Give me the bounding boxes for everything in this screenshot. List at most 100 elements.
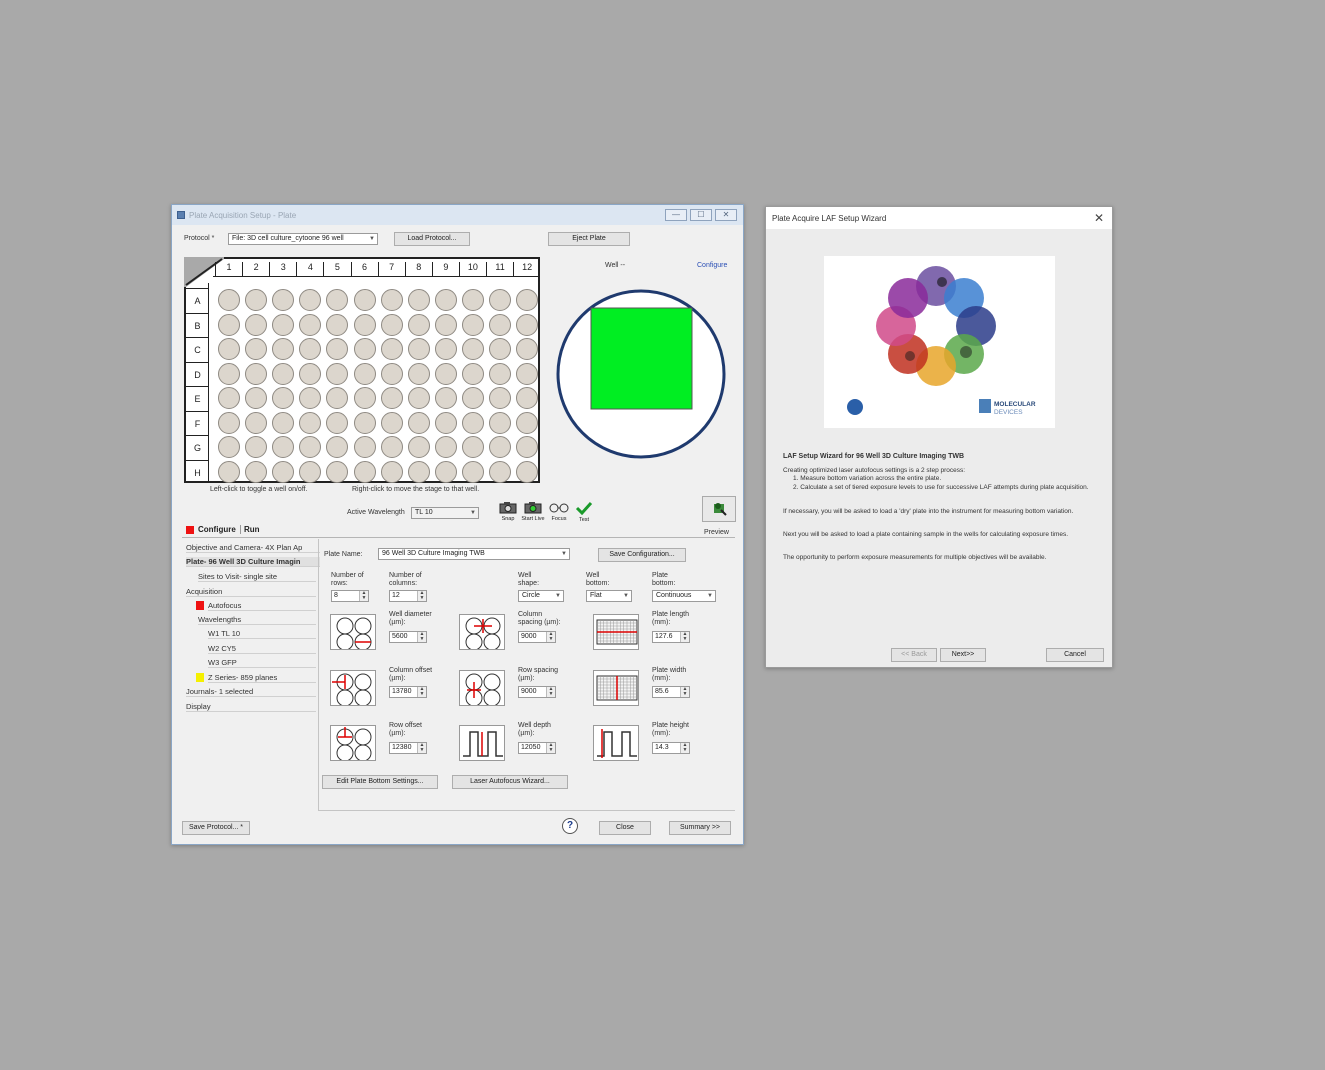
plate-well-A6[interactable] (353, 289, 376, 311)
plate-row-D[interactable]: D (186, 361, 209, 387)
tab-configure[interactable]: Configure (198, 525, 236, 534)
plate-well-F4[interactable] (299, 411, 322, 434)
plate-well-D12[interactable] (516, 362, 539, 385)
plate-well-B5[interactable] (326, 313, 349, 336)
plate-well-G5[interactable] (326, 436, 349, 458)
plate-well-B9[interactable] (434, 313, 457, 336)
plate-well-G11[interactable] (489, 436, 511, 458)
plate-column-11[interactable]: 11 (486, 262, 513, 277)
plate-well-D10[interactable] (461, 362, 484, 385)
tree-item-zseries[interactable]: Z Series- 859 planes (208, 673, 316, 683)
plate-well-C1[interactable] (218, 338, 240, 360)
plate-well-C11[interactable] (489, 338, 511, 360)
plate-well-B7[interactable] (380, 313, 403, 336)
save-configuration-button[interactable]: Save Configuration... (598, 548, 686, 562)
row-offset-input[interactable]: 12380 ▲ ▼ (389, 742, 427, 754)
plate-column-10[interactable]: 10 (458, 262, 486, 277)
spinner-icon[interactable]: ▲ ▼ (546, 687, 555, 697)
plate-column-5[interactable]: 5 (323, 262, 350, 277)
laser-autofocus-wizard-button[interactable]: Laser Autofocus Wizard... (452, 775, 568, 789)
spinner-icon[interactable]: ▲ ▼ (546, 632, 555, 642)
tree-item-sites[interactable]: Sites to Visit- single site (198, 572, 316, 582)
plate-column-4[interactable]: 4 (296, 262, 323, 277)
eject-plate-button[interactable]: Eject Plate (548, 232, 630, 246)
plate-well-C2[interactable] (245, 338, 268, 360)
plate-well-F2[interactable] (245, 411, 268, 434)
save-protocol-button[interactable]: Save Protocol... * (182, 821, 250, 835)
cancel-button[interactable]: Cancel (1046, 648, 1104, 662)
plate-well-A2[interactable] (245, 289, 268, 311)
plate-well-H8[interactable] (407, 460, 430, 483)
preview-button[interactable] (702, 496, 736, 522)
plate-well-G8[interactable] (407, 436, 430, 458)
plate-column-9[interactable]: 9 (431, 262, 459, 277)
plate-well-C10[interactable] (461, 338, 484, 360)
tree-item-w1[interactable]: W1 TL 10 (208, 629, 316, 639)
plate-well-D3[interactable] (272, 362, 295, 385)
plate-well-C6[interactable] (353, 338, 376, 360)
well-preview[interactable] (555, 288, 727, 460)
plate-well-B8[interactable] (407, 313, 430, 336)
plate-well-C8[interactable] (407, 338, 430, 360)
column-offset-input[interactable]: 13780 ▲ ▼ (389, 686, 427, 698)
spinner-icon[interactable]: ▲ ▼ (417, 632, 426, 642)
plate-well-G6[interactable] (353, 436, 376, 458)
plate-well-E2[interactable] (245, 387, 268, 409)
plate-well-A3[interactable] (272, 289, 295, 311)
tree-item-journals[interactable]: Journals- 1 selected (186, 687, 316, 697)
tree-item-display[interactable]: Display (186, 702, 316, 712)
close-button[interactable]: Close (599, 821, 651, 835)
plate-well-E1[interactable] (218, 387, 240, 409)
close-icon[interactable]: ✕ (1094, 211, 1104, 225)
plate-well-C4[interactable] (299, 338, 322, 360)
plate-well-D1[interactable] (218, 362, 240, 385)
edit-plate-bottom-button[interactable]: Edit Plate Bottom Settings... (322, 775, 438, 789)
maximize-button[interactable]: ☐ (690, 209, 712, 221)
plate-well-H12[interactable] (516, 460, 539, 483)
tree-item-objective[interactable]: Objective and Camera- 4X Plan Ap (186, 543, 320, 553)
plate-well-B10[interactable] (461, 313, 484, 336)
plate-well-H4[interactable] (299, 460, 322, 483)
plate-column-1[interactable]: 1 (215, 262, 242, 277)
close-window-button[interactable]: ✕ (715, 209, 737, 221)
well-shape-select[interactable]: Circle ▼ (518, 590, 564, 602)
plate-well-A5[interactable] (326, 289, 349, 311)
plate-well-H2[interactable] (245, 460, 268, 483)
plate-well-D4[interactable] (299, 362, 322, 385)
plate-well-C7[interactable] (380, 338, 403, 360)
plate-well-F5[interactable] (326, 411, 349, 434)
plate-well-F10[interactable] (461, 411, 484, 434)
start-live-button[interactable]: Start Live (520, 501, 546, 525)
plate-well-A4[interactable] (299, 289, 322, 311)
plate-well-G4[interactable] (299, 436, 322, 458)
plate-well-F12[interactable] (516, 411, 539, 434)
plate-row-E[interactable]: E (186, 386, 209, 411)
plate-well-B11[interactable] (489, 313, 511, 336)
plate-column-12[interactable]: 12 (513, 262, 540, 277)
plate-well-C3[interactable] (272, 338, 295, 360)
snap-button[interactable]: Snap (497, 501, 519, 525)
plate-bottom-select[interactable]: Continuous ▼ (652, 590, 716, 602)
spinner-icon[interactable]: ▲ ▼ (359, 591, 368, 601)
plate-well-G9[interactable] (434, 436, 457, 458)
spinner-icon[interactable]: ▲ ▼ (546, 743, 555, 753)
plate-well-B3[interactable] (272, 313, 295, 336)
plate-column-6[interactable]: 6 (350, 262, 378, 277)
row-spacing-input[interactable]: 9000 ▲ ▼ (518, 686, 556, 698)
spinner-icon[interactable]: ▲ ▼ (417, 687, 426, 697)
tree-item-plate[interactable]: Plate- 96 Well 3D Culture Imagin (186, 557, 320, 567)
plate-well-F6[interactable] (353, 411, 376, 434)
plate-column-3[interactable]: 3 (269, 262, 296, 277)
test-button[interactable]: Test (574, 501, 594, 525)
plate-well-A11[interactable] (489, 289, 511, 311)
plate-well-C9[interactable] (434, 338, 457, 360)
plate-well-G3[interactable] (272, 436, 295, 458)
plate-well-H11[interactable] (489, 460, 511, 483)
spinner-icon[interactable]: ▲ ▼ (680, 687, 689, 697)
tree-item-acquisition[interactable]: Acquisition (186, 587, 316, 597)
plate-well-D5[interactable] (326, 362, 349, 385)
plate-well-D11[interactable] (489, 362, 511, 385)
tree-item-w3[interactable]: W3 GFP (208, 658, 316, 668)
plate-map[interactable]: 1 2 3 4 5 6 7 8 9 10 11 12 ABCDEFGH (184, 257, 540, 483)
plate-well-H10[interactable] (461, 460, 484, 483)
